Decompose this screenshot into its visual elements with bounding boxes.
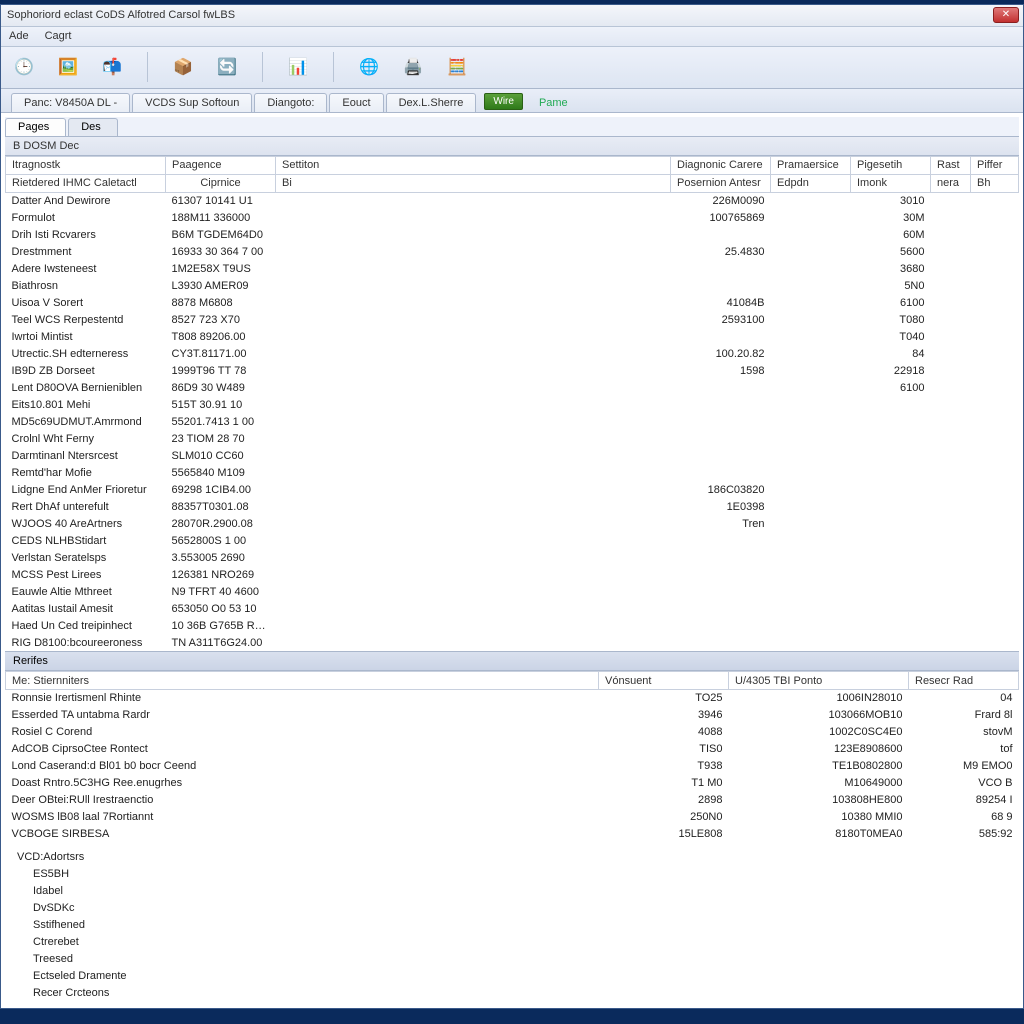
table-row[interactable]: Drih Isti RcvarersB6M TGDEM64D060M [6, 226, 1019, 243]
section-label: B DOSM Dec [5, 137, 1019, 156]
table-row[interactable]: RIG D8100:bcoureeronessTN A311T6G24.00 [6, 634, 1019, 651]
printer-icon[interactable]: 🖨️ [400, 54, 426, 80]
table-row[interactable]: Drestmment16933 30 364 7 0025.48305600 [6, 243, 1019, 260]
table-row[interactable]: Utrectic.SH edterneressCY3T.81171.00100.… [6, 345, 1019, 362]
table-row[interactable]: Ronnsie Irertismenl RhinteTO251006IN2801… [6, 690, 1019, 707]
table-row[interactable]: WOSMS lB08 laal 7Rortiannt250N010380 MMI… [6, 809, 1019, 826]
toolbar: 🕒 🖼️ 📬 📦 🔄 📊 🌐 🖨️ 🧮 [1, 47, 1023, 89]
table-row[interactable]: Eauwle Altie MthreetN9 TFRT 40 4600 [6, 583, 1019, 600]
col-6[interactable]: Rast [931, 156, 971, 174]
col2-2[interactable]: Bi [276, 174, 671, 192]
col2-5[interactable]: Imonk [851, 174, 931, 192]
table-row[interactable]: Darmtinanl NtersrcestSLM010 CC60 [6, 447, 1019, 464]
table-row[interactable]: CEDS NLHBStidart5652800S 1 00 [6, 532, 1019, 549]
col-3[interactable]: Diagnonic Carere [671, 156, 771, 174]
table-row[interactable]: Adere Iwsteneest1M2E58X T9US3680 [6, 260, 1019, 277]
tree-item[interactable]: Recer Crcteons [33, 985, 1019, 1002]
table-row[interactable]: Aatitas Iustail Amesit653050 O0 53 10 [6, 600, 1019, 617]
table-row[interactable]: Rosiel C Corend40881002C0SC4E0stovM [6, 724, 1019, 741]
close-button[interactable]: ✕ [993, 7, 1019, 23]
table-row[interactable]: Verlstan Seratelsps3.553005 2690 [6, 549, 1019, 566]
table-row[interactable]: Crolnl Wht Ferny23 TIOM 28 70 [6, 430, 1019, 447]
table-row[interactable]: Iwrtoi MintistT808 89206.00T040 [6, 328, 1019, 345]
col2-0[interactable]: Rietdered IHMC Caletactl [6, 174, 166, 192]
col-4[interactable]: Pramaersice [771, 156, 851, 174]
tree-item[interactable]: Ectseled Dramente [33, 968, 1019, 985]
table-row[interactable]: WJOOS 40 AreArtners28070R.2900.08Tren [6, 515, 1019, 532]
col-5[interactable]: Pigesetih [851, 156, 931, 174]
tree-item[interactable]: ES5BH [33, 866, 1019, 883]
table-row[interactable]: Eits10.801 Mehi515T 30.91 10 [6, 396, 1019, 413]
table-row[interactable]: Formulot188M11 33600010076586930M [6, 209, 1019, 226]
dcol-3[interactable]: Resecr Rad [909, 672, 1019, 690]
tree-item[interactable]: DvSDKc [33, 900, 1019, 917]
table-row[interactable]: VCBOGE SIRBESA15LE8088180T0MEA0585:92 [6, 826, 1019, 843]
table-row[interactable]: Doast Rntro.5C3HG Ree.enugrhesT1 M0M1064… [6, 775, 1019, 792]
col2-4[interactable]: Edpdn [771, 174, 851, 192]
col-0[interactable]: Itragnostk [6, 156, 166, 174]
picture-icon[interactable]: 🖼️ [55, 54, 81, 80]
titlebar: Sophoriord eclast CoDS Alfotred Carsol f… [1, 5, 1023, 27]
table-row[interactable]: MCSS Pest Lirees126381 NRO269 [6, 566, 1019, 583]
table-row[interactable]: AdCOB CiprsoCtee RontectTIS0123E8908600t… [6, 741, 1019, 758]
table-row[interactable]: Lent D80OVA Bernieniblen86D9 30 W4896100 [6, 379, 1019, 396]
subtab-1[interactable]: Des [68, 118, 118, 136]
panel2-header: Rerifes [5, 651, 1019, 671]
tab-0[interactable]: Panc: V8450A DL - [11, 93, 130, 112]
dcol-0[interactable]: Me: Stiernniters [6, 672, 599, 690]
subtab-0[interactable]: Pages [5, 118, 66, 136]
spreadsheet-icon[interactable]: 📊 [285, 54, 311, 80]
main-window: Sophoriord eclast CoDS Alfotred Carsol f… [0, 4, 1024, 1009]
menu-item-0[interactable]: Ade [9, 30, 29, 42]
tab-2[interactable]: Diangoto: [254, 93, 327, 112]
menu-item-1[interactable]: Cagrt [45, 30, 72, 42]
col2-6[interactable]: nera [931, 174, 971, 192]
col-1[interactable]: Paagence [166, 156, 276, 174]
globe-icon[interactable]: 🌐 [356, 54, 382, 80]
tree: VCD:Adortsrs ES5BHIdabelDvSDKcSstifhened… [5, 843, 1019, 1008]
table-row[interactable]: IB9D ZB Dorseet1999T96 TT 78159822918 [6, 362, 1019, 379]
table-row[interactable]: Esserded TA untabma Rardr3946103066MOB10… [6, 707, 1019, 724]
calculator-icon[interactable]: 🧮 [444, 54, 470, 80]
table-row[interactable]: BiathrosnL3930 AMER095N0 [6, 277, 1019, 294]
tab-1[interactable]: VCDS Sup Softoun [132, 93, 252, 112]
tree-item[interactable]: Treesed [33, 951, 1019, 968]
tree-item[interactable]: Ctrerebet [33, 934, 1019, 951]
table-row[interactable]: Datter And Dewirore61307 10141 U1226M009… [6, 192, 1019, 209]
table-row[interactable]: Lidgne End AnMer Frioretur69298 1CIB4.00… [6, 481, 1019, 498]
col2-7[interactable]: Bh [971, 174, 1019, 192]
subtabs: Pages Des [5, 117, 1019, 137]
table-row[interactable]: Uisoa V Sorert8878 M680841084B6100 [6, 294, 1019, 311]
tree-item[interactable]: Sstifhened [33, 917, 1019, 934]
table-row[interactable]: Haed Un Ced treipinhect10 36B G765B R703 [6, 617, 1019, 634]
col2-3[interactable]: Posernion Antesr [671, 174, 771, 192]
refresh-icon[interactable]: 🔄 [214, 54, 240, 80]
window-title: Sophoriord eclast CoDS Alfotred Carsol f… [7, 9, 235, 21]
tabstrip: Panc: V8450A DL - VCDS Sup Softoun Diang… [1, 89, 1023, 113]
menubar: Ade Cagrt [1, 27, 1023, 47]
client-area: Pages Des B DOSM Dec Itragnostk Paagence… [1, 113, 1023, 1008]
table-row[interactable]: Rert DhAf unterefult88357T0301.081E0398 [6, 498, 1019, 515]
col-2[interactable]: Settiton [276, 156, 671, 174]
dcol-2[interactable]: U/4305 TBI Ponto [729, 672, 909, 690]
tab-4[interactable]: Dex.L.Sherre [386, 93, 477, 112]
box-icon[interactable]: 📦 [170, 54, 196, 80]
table-row[interactable]: MD5c69UDMUT.Amrmond55201.7413 1 00 [6, 413, 1019, 430]
table-row[interactable]: Deer OBtei:RUll Irestraenctio2898103808H… [6, 792, 1019, 809]
tab-6[interactable]: Pame [529, 94, 578, 112]
dcol-1[interactable]: Vónsuent [599, 672, 729, 690]
main-grid: Itragnostk Paagence Settiton Diagnonic C… [5, 156, 1019, 652]
detail-grid: Me: Stiernniters Vónsuent U/4305 TBI Pon… [5, 671, 1019, 843]
table-row[interactable]: Teel WCS Rerpestentd8527 723 X702593100T… [6, 311, 1019, 328]
tab-3[interactable]: Eouct [329, 93, 383, 112]
tree-root[interactable]: VCD:Adortsrs [17, 849, 1019, 866]
tree-item[interactable]: Idabel [33, 883, 1019, 900]
table-row[interactable]: Remtd'har Mofie5565840 M109 [6, 464, 1019, 481]
col-7[interactable]: Piffer [971, 156, 1019, 174]
mail-icon[interactable]: 📬 [99, 54, 125, 80]
table-row[interactable]: Lond Caserand:d Bl01 b0 bocr CeendT938TE… [6, 758, 1019, 775]
col2-1[interactable]: Ciprnice [166, 174, 276, 192]
clock-icon[interactable]: 🕒 [11, 54, 37, 80]
tab-btn[interactable]: Wire [484, 93, 523, 110]
